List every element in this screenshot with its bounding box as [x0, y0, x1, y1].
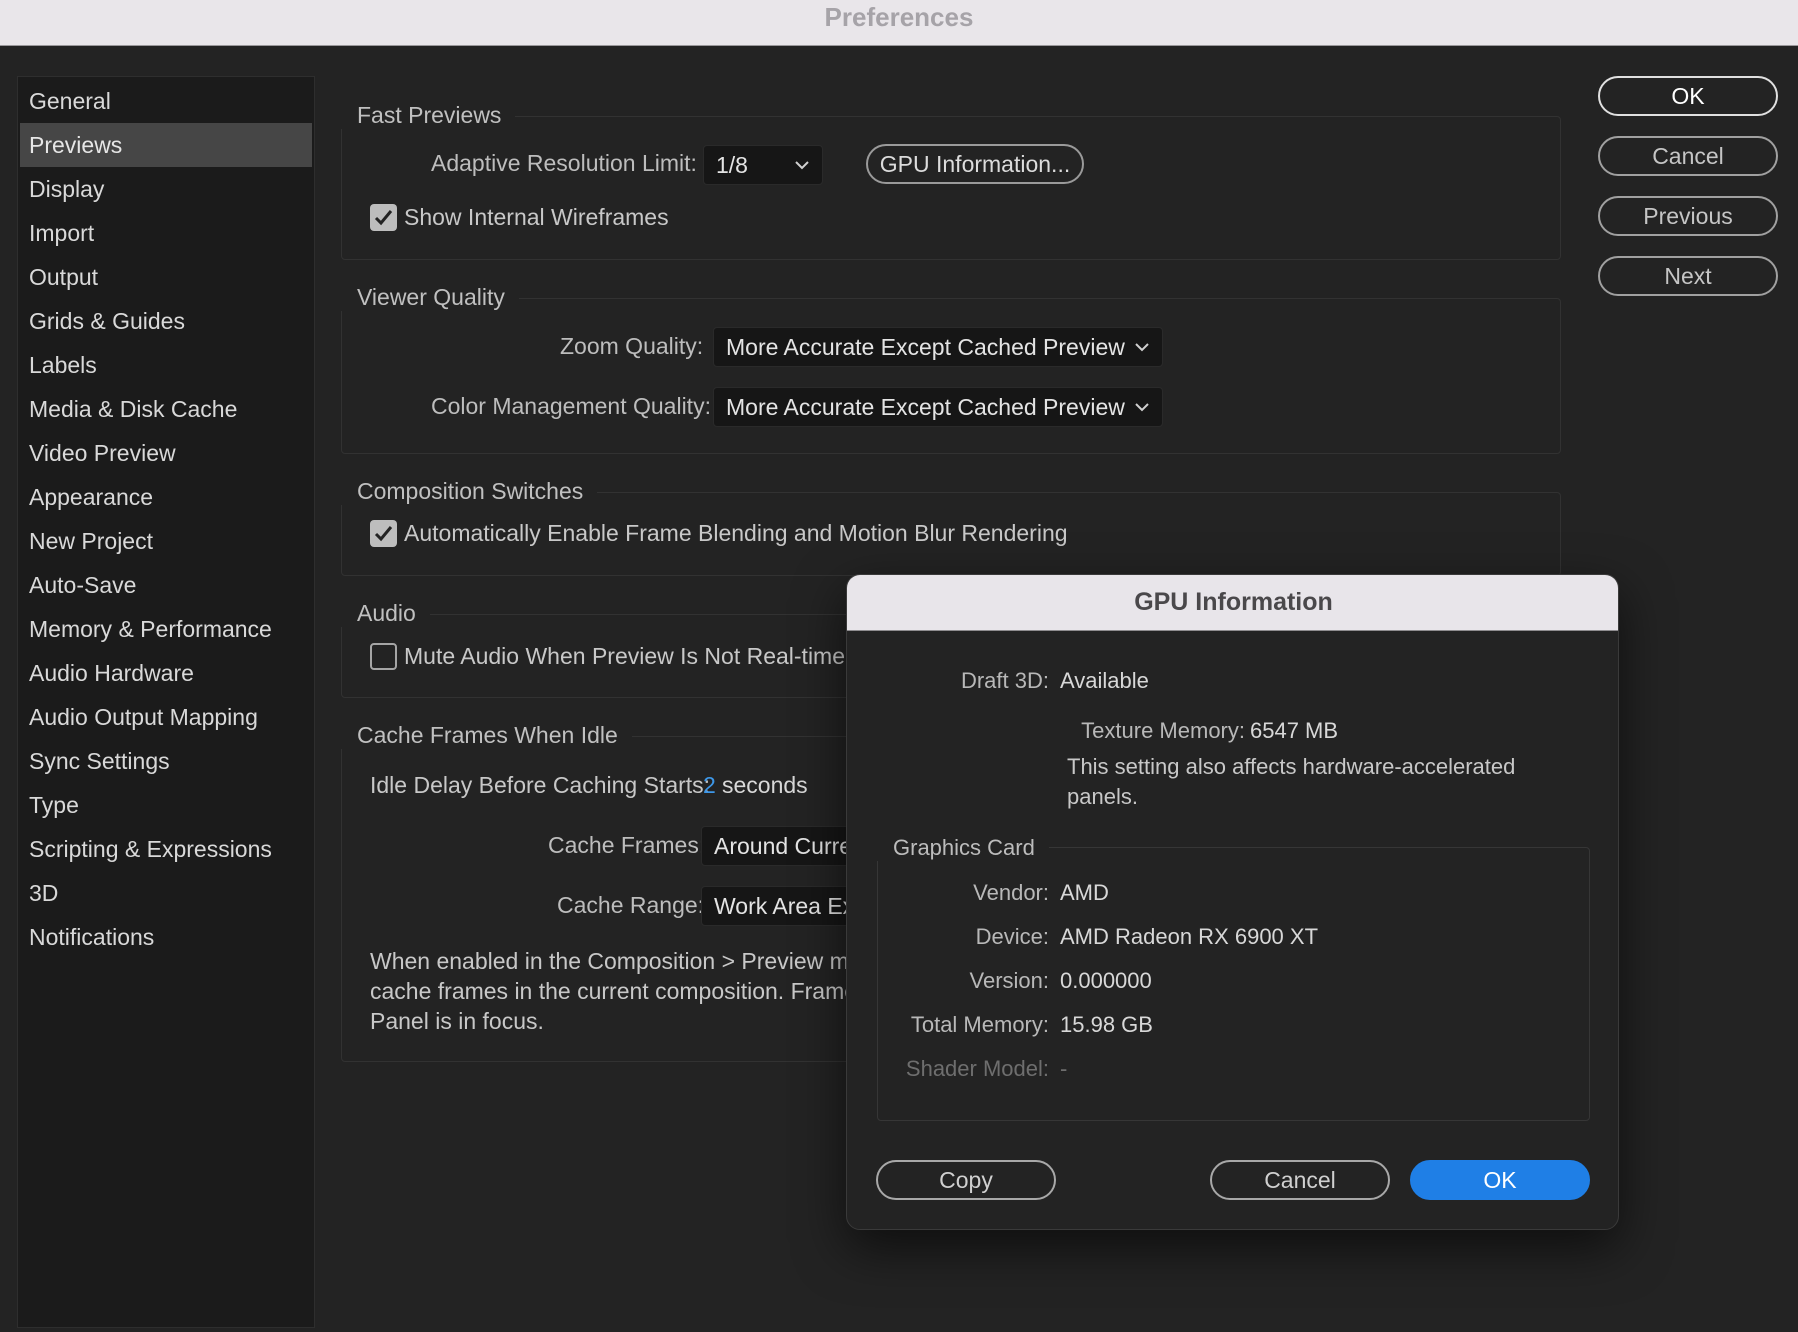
- chevron-down-icon: [1135, 343, 1149, 352]
- mute-audio-checkbox[interactable]: [370, 643, 397, 670]
- auto-frame-blending-label: Automatically Enable Frame Blending and …: [404, 520, 1068, 546]
- sidebar-item-display[interactable]: Display: [20, 167, 312, 211]
- cache-description-line3: Panel is in focus.: [370, 1008, 544, 1034]
- sidebar-item-memory-performance[interactable]: Memory & Performance: [20, 607, 312, 651]
- texture-memory-value[interactable]: 6547: [1250, 718, 1299, 744]
- show-wireframes-checkbox[interactable]: [370, 204, 397, 231]
- gpu-cancel-button[interactable]: Cancel: [1210, 1160, 1390, 1200]
- idle-delay-unit: seconds: [722, 772, 808, 798]
- fast-previews-group: [341, 116, 1561, 260]
- color-management-value: More Accurate Except Cached Preview: [726, 394, 1125, 420]
- viewer-quality-group: [341, 298, 1561, 454]
- adaptive-resolution-value: 1/8: [716, 152, 748, 178]
- sidebar-item-appearance[interactable]: Appearance: [20, 475, 312, 519]
- cache-range-value: Work Area Ex: [714, 893, 851, 919]
- cache-frames-dropdown[interactable]: Around Curre: [701, 826, 851, 866]
- sidebar-item-output[interactable]: Output: [20, 255, 312, 299]
- version-label: Version:: [969, 968, 1050, 993]
- zoom-quality-label: Zoom Quality:: [560, 333, 704, 359]
- vendor-label: Vendor:: [973, 880, 1049, 905]
- texture-note-line1: This setting also affects hardware-accel…: [1067, 754, 1516, 779]
- auto-frame-blending-checkbox[interactable]: [370, 520, 397, 547]
- vendor-value: AMD: [1060, 880, 1109, 905]
- window-title: Preferences: [0, 0, 1798, 46]
- next-button[interactable]: Next: [1598, 256, 1778, 296]
- checkmark-icon: [374, 526, 393, 542]
- cache-range-label: Cache Range:: [557, 892, 705, 918]
- sidebar-item-video-preview[interactable]: Video Preview: [20, 431, 312, 475]
- sidebar-item-previews[interactable]: Previews: [20, 123, 312, 167]
- chevron-down-icon: [795, 161, 809, 170]
- color-management-dropdown[interactable]: More Accurate Except Cached Preview: [713, 387, 1163, 427]
- sidebar-item-auto-save[interactable]: Auto-Save: [20, 563, 312, 607]
- graphics-card-title: Graphics Card: [877, 835, 1049, 861]
- version-value: 0.000000: [1060, 968, 1152, 993]
- checkmark-icon: [374, 210, 393, 226]
- color-management-label: Color Management Quality:: [431, 393, 711, 419]
- sidebar-item-type[interactable]: Type: [20, 783, 312, 827]
- device-label: Device:: [975, 924, 1049, 949]
- total-memory-label: Total Memory:: [910, 1012, 1049, 1037]
- sidebar-item-3d[interactable]: 3D: [20, 871, 312, 915]
- gpu-dialog-title: GPU Information: [847, 575, 1618, 631]
- idle-delay-label: Idle Delay Before Caching Starts:: [370, 772, 711, 798]
- texture-memory-unit: MB: [1305, 718, 1338, 743]
- shader-model-value: -: [1060, 1056, 1068, 1081]
- texture-note-line2: panels.: [1067, 784, 1138, 809]
- copy-button[interactable]: Copy: [876, 1160, 1056, 1200]
- cache-description-line2: cache frames in the current composition.…: [370, 978, 869, 1004]
- cache-description-line1: When enabled in the Composition > Previe…: [370, 948, 862, 974]
- audio-title: Audio: [341, 600, 430, 627]
- mute-audio-label: Mute Audio When Preview Is Not Real-time: [404, 643, 846, 669]
- cache-frames-value: Around Curre: [714, 833, 851, 859]
- show-wireframes-label: Show Internal Wireframes: [404, 204, 669, 230]
- sidebar-item-new-project[interactable]: New Project: [20, 519, 312, 563]
- sidebar-item-general[interactable]: General: [20, 79, 312, 123]
- preferences-sidebar: General Previews Display Import Output G…: [17, 76, 315, 1328]
- sidebar-item-grids-guides[interactable]: Grids & Guides: [20, 299, 312, 343]
- idle-delay-value[interactable]: 2: [703, 772, 716, 799]
- sidebar-item-notifications[interactable]: Notifications: [20, 915, 312, 959]
- sidebar-item-media-disk-cache[interactable]: Media & Disk Cache: [20, 387, 312, 431]
- gpu-information-button[interactable]: GPU Information...: [866, 144, 1084, 184]
- sidebar-item-audio-output-mapping[interactable]: Audio Output Mapping: [20, 695, 312, 739]
- cache-frames-label: Cache Frames:: [548, 832, 706, 858]
- adaptive-resolution-label: Adaptive Resolution Limit:: [431, 150, 697, 176]
- gpu-ok-button[interactable]: OK: [1410, 1160, 1590, 1200]
- sidebar-item-import[interactable]: Import: [20, 211, 312, 255]
- shader-model-label: Shader Model:: [905, 1056, 1049, 1081]
- previous-button[interactable]: Previous: [1598, 196, 1778, 236]
- chevron-down-icon: [1135, 403, 1149, 412]
- texture-memory-label: Texture Memory:: [1081, 718, 1245, 743]
- gpu-information-dialog: GPU Information Draft 3D: Available Text…: [846, 574, 1619, 1230]
- adaptive-resolution-dropdown[interactable]: 1/8: [703, 145, 823, 185]
- viewer-quality-title: Viewer Quality: [341, 284, 519, 311]
- zoom-quality-value: More Accurate Except Cached Preview: [726, 334, 1125, 360]
- sidebar-item-sync-settings[interactable]: Sync Settings: [20, 739, 312, 783]
- cache-range-dropdown[interactable]: Work Area Ex: [701, 886, 851, 926]
- fast-previews-title: Fast Previews: [341, 102, 516, 129]
- cancel-button[interactable]: Cancel: [1598, 136, 1778, 176]
- total-memory-value: 15.98 GB: [1060, 1012, 1153, 1037]
- sidebar-item-labels[interactable]: Labels: [20, 343, 312, 387]
- cache-frames-idle-title: Cache Frames When Idle: [341, 722, 632, 749]
- sidebar-item-audio-hardware[interactable]: Audio Hardware: [20, 651, 312, 695]
- sidebar-item-scripting-expressions[interactable]: Scripting & Expressions: [20, 827, 312, 871]
- draft-3d-value: Available: [1060, 668, 1149, 693]
- composition-switches-title: Composition Switches: [341, 478, 598, 505]
- zoom-quality-dropdown[interactable]: More Accurate Except Cached Preview: [713, 327, 1163, 367]
- draft-3d-label: Draft 3D:: [960, 668, 1049, 693]
- device-value: AMD Radeon RX 6900 XT: [1060, 924, 1319, 949]
- ok-button[interactable]: OK: [1598, 76, 1778, 116]
